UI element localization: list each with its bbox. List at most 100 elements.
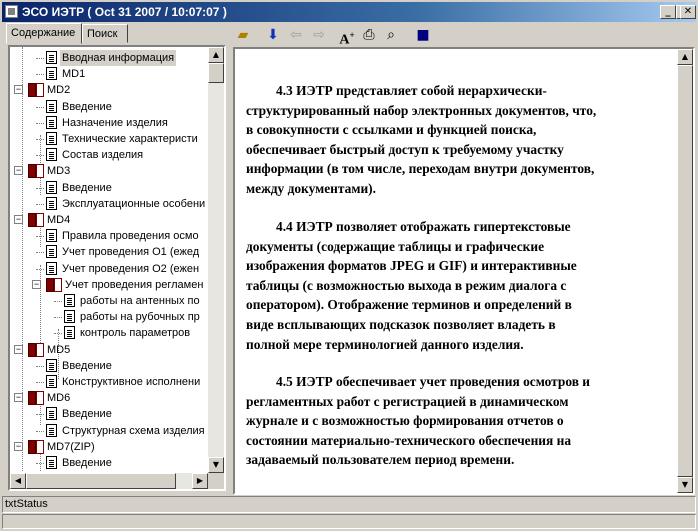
doc-scroll-down-arrow-icon[interactable]: ▼	[677, 477, 693, 493]
print-icon[interactable]: ⎙	[360, 26, 378, 44]
contents-tree[interactable]: Вводная информация MD1 − MD2 Введение Назначе…	[8, 45, 226, 491]
document-icon	[64, 310, 75, 324]
tree-item[interactable]: − MD6	[10, 390, 210, 406]
tree-item[interactable]: работы на антенных по	[10, 293, 210, 309]
tree-item-label: Конструктивное исполнени	[62, 376, 201, 388]
tree-item-label: MD3	[47, 165, 71, 178]
document-icon	[46, 67, 57, 81]
pane-splitter[interactable]	[226, 45, 233, 495]
book-icon	[28, 164, 44, 179]
tree-item[interactable]: Учет проведения О1 (ежед	[10, 244, 210, 260]
tree-expander-icon[interactable]: −	[32, 279, 41, 289]
tree-item[interactable]: Вводная информация	[10, 50, 210, 66]
tab-contents[interactable]: Содержание	[6, 23, 82, 44]
tree-horizontal-scrollbar[interactable]: ◀ ▶	[10, 473, 208, 489]
status-text: txtStatus	[5, 498, 48, 510]
tab-search[interactable]: Поиск	[82, 24, 128, 43]
book-icon	[28, 83, 44, 98]
scroll-corner	[208, 473, 224, 489]
tree-item[interactable]: Правила проведения осмо	[10, 228, 210, 244]
tree-connector	[54, 317, 62, 319]
tree-item[interactable]: Эксплуатационные особени	[10, 196, 210, 212]
tree-item-label: MD7(ZIP)	[47, 440, 95, 453]
tree-expander-icon[interactable]: −	[14, 393, 23, 403]
paragraph-line: журнале и с возможностью формирования от…	[246, 413, 564, 429]
save-disk-icon[interactable]: ■	[414, 26, 432, 44]
tree-item[interactable]: Конструктивное исполнени	[10, 374, 210, 390]
tree-item[interactable]: − Учет проведения регламен	[10, 277, 210, 293]
forward-arrow-icon[interactable]: ⇨	[310, 26, 328, 44]
hscroll-thumb[interactable]	[26, 473, 176, 489]
scroll-left-arrow-icon[interactable]: ◀	[10, 473, 26, 489]
paragraph-line: в совокупности с ссылками и функцией пои…	[246, 122, 537, 138]
book-icon	[28, 213, 44, 227]
tree-item[interactable]: Назначение изделия	[10, 115, 210, 131]
close-button[interactable]: ✕	[680, 5, 696, 19]
tree-expander-icon[interactable]: −	[14, 344, 23, 354]
app-icon[interactable]	[5, 5, 18, 18]
tree-item-label: Введение	[62, 359, 112, 372]
tree-item[interactable]: − MD4	[10, 212, 210, 228]
document-icon	[46, 358, 57, 372]
title-bar[interactable]: ЭСО ИЭТР ( Oct 31 2007 / 10:07:07 ) _ □	[2, 2, 696, 22]
tree-item[interactable]: Состав изделия	[10, 147, 210, 163]
tree-items: Вводная информация MD1 − MD2 Введение Назначе…	[10, 47, 210, 471]
scroll-thumb[interactable]	[208, 63, 224, 83]
tree-item-label: Технические характеристи	[62, 133, 198, 145]
tree-expander-icon[interactable]: −	[14, 215, 23, 224]
paragraph-line: виде всплывающих подсказок позволяет вла…	[246, 316, 556, 332]
scroll-right-arrow-icon[interactable]: ▶	[192, 473, 208, 489]
paragraph-line: регламентных работ с регистрацией в дина…	[246, 393, 569, 409]
document-icon	[64, 326, 75, 340]
paragraph-line: структурированный набор электронных доку…	[246, 102, 597, 118]
print-preview-icon[interactable]: ⌕	[382, 26, 400, 44]
tree-item[interactable]: Введение	[10, 358, 210, 374]
tree-connector	[36, 187, 44, 189]
tree-item[interactable]: − MD7(ZIP)	[10, 439, 210, 455]
tree-connector	[36, 382, 44, 383]
tree-expander-icon[interactable]: −	[14, 166, 23, 176]
download-arrow-icon[interactable]: ⬇	[264, 26, 282, 44]
tree-expander-icon[interactable]: −	[14, 441, 23, 451]
document-icon	[46, 196, 57, 210]
open-folder-icon[interactable]: ▰	[234, 26, 252, 44]
paragraph-line: изображения форматов JPEG и GIF) и интер…	[246, 258, 577, 274]
document-view[interactable]: 4.3 ИЭТР представляет собой нерархически…	[233, 47, 695, 495]
tree-item[interactable]: Структурная схема изделия	[10, 423, 210, 439]
tree-item[interactable]: Введение	[10, 180, 210, 196]
document-icon	[46, 245, 57, 259]
minimize-button[interactable]: _	[660, 5, 676, 19]
scroll-down-arrow-icon[interactable]: ▼	[208, 457, 224, 473]
tree-item[interactable]: Введение	[10, 99, 210, 115]
tree-item[interactable]: Введение	[10, 406, 210, 422]
tree-item-label: MD6	[47, 392, 71, 405]
scroll-up-arrow-icon[interactable]: ▲	[208, 47, 224, 63]
paragraph-line: состоянии материально-технического обесп…	[246, 432, 572, 448]
document-vertical-scrollbar[interactable]: ▲ ▼	[677, 49, 693, 493]
tree-expander-icon[interactable]: −	[14, 85, 23, 95]
paragraph-4-3: 4.3 ИЭТР представляет собой нерархически…	[246, 81, 674, 199]
tree-item[interactable]: − MD3	[10, 163, 210, 179]
tree-item[interactable]: Введение	[10, 455, 210, 471]
document-icon	[64, 294, 75, 307]
tree-item[interactable]: − MD2	[10, 82, 210, 98]
tree-connector	[36, 430, 44, 432]
tree-item[interactable]: Учет проведения О2 (ежен	[10, 261, 210, 277]
tree-item[interactable]: MD1	[10, 66, 210, 82]
doc-scroll-thumb[interactable]	[677, 65, 693, 477]
doc-scroll-up-arrow-icon[interactable]: ▲	[677, 49, 693, 65]
tree-item[interactable]: Технические характеристи	[10, 131, 210, 147]
tree-item[interactable]: работы на рубочных пр	[10, 309, 210, 325]
tree-item-label: Учет проведения О2 (ежен	[62, 262, 200, 275]
font-size-icon[interactable]: A+	[338, 26, 356, 48]
tree-item[interactable]: контроль параметров	[10, 325, 210, 341]
back-arrow-icon[interactable]: ⇦	[287, 26, 305, 44]
tree-vertical-scrollbar[interactable]: ▲ ▼	[208, 47, 224, 473]
paragraph-line: между документами).	[246, 180, 376, 196]
paragraph-4-5: 4.5 ИЭТР обеспечивает учет проведения ос…	[246, 372, 674, 470]
status-bar-secondary	[2, 514, 696, 529]
tree-item[interactable]: − MD5	[10, 342, 210, 358]
paragraph-line: полной мере терминологией данного издели…	[246, 336, 524, 352]
tree-item-label: Учет проведения регламен	[65, 278, 204, 291]
document-icon	[46, 375, 57, 388]
